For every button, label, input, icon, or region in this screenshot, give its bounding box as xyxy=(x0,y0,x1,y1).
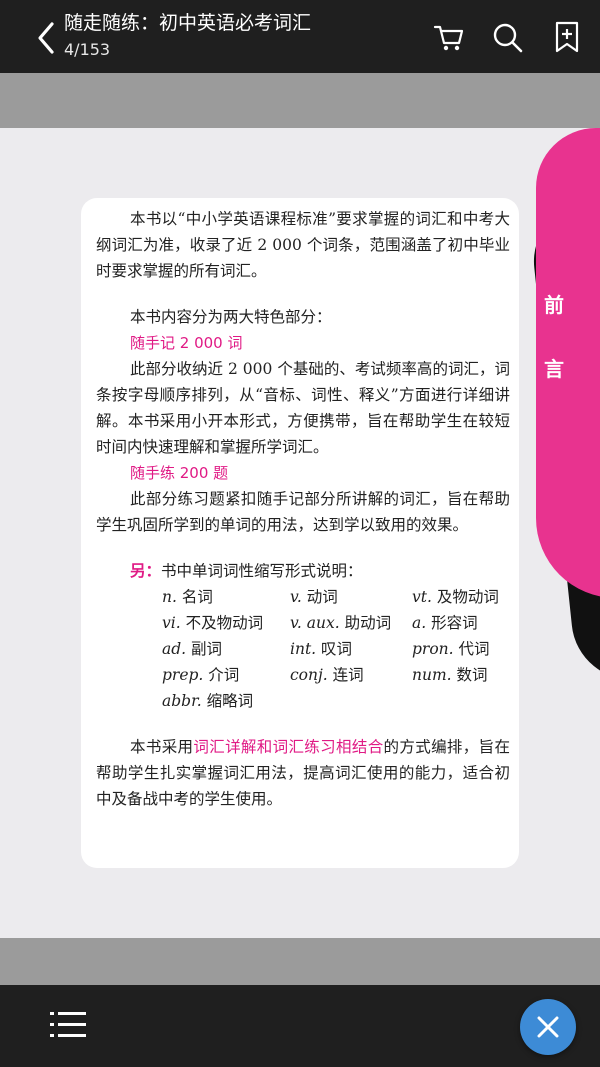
abbreviation-item: v. aux. 助动词 xyxy=(290,614,392,632)
cart-icon[interactable] xyxy=(432,20,466,54)
closing-highlight: 词汇详解和词汇练习相结合 xyxy=(193,738,384,756)
features-intro: 本书内容分为两大特色部分： xyxy=(130,308,332,326)
section2-title: 随手练 200 题 xyxy=(130,464,229,482)
abbreviation-item: int. 叹词 xyxy=(290,640,353,658)
abbreviation-item: prep. 介词 xyxy=(162,666,240,684)
abbreviation-item: abbr. 缩略词 xyxy=(162,692,254,710)
abbreviation-item: vt. 及物动词 xyxy=(412,588,499,606)
intro-paragraph: 本书以“中小学英语课程标准”要求掌握的词汇和中考大纲词汇为准，收录了近 2 00… xyxy=(96,210,510,280)
abbreviation-item: pron. 代词 xyxy=(412,640,490,658)
section1-body: 此部分收纳近 2 000 个基础的、考试频率高的词汇，词条按字母顺序排列，从“音… xyxy=(96,360,510,456)
bookmark-add-icon[interactable] xyxy=(550,20,584,54)
bottom-bar xyxy=(0,985,600,1067)
abbreviation-item: ad. 副词 xyxy=(162,640,223,658)
side-tab-label: 前 言 xyxy=(544,293,564,381)
abbreviation-list: n. 名词 v. 动词 vt. 及物动词 vi. 不及物动词 v. aux. 助动词 a.… xyxy=(162,584,510,714)
search-icon[interactable] xyxy=(490,20,524,54)
top-bar: 随走随练：初中英语必考词汇 4/153 xyxy=(0,0,600,73)
section2-body: 此部分练习题紧扣随手记部分所讲解的词汇，旨在帮助学生巩固所学到的单词的用法，达到… xyxy=(96,490,510,534)
note-text: 书中单词词性缩写形式说明： xyxy=(161,562,363,580)
section1-title: 随手记 2 000 词 xyxy=(130,334,243,352)
menu-list-icon[interactable] xyxy=(50,1009,86,1041)
note-label: 另： xyxy=(130,562,162,580)
page-indicator: 4/153 xyxy=(64,40,111,59)
abbreviation-item: num. 数词 xyxy=(412,666,488,684)
close-icon[interactable] xyxy=(520,999,576,1055)
abbreviation-item: a. 形容词 xyxy=(412,614,478,632)
abbreviation-item: vi. 不及物动词 xyxy=(162,614,264,632)
abbreviation-item: conj. 连词 xyxy=(290,666,364,684)
closing-paragraph: 本书采用词汇详解和词汇练习相结合的方式编排，旨在帮助学生扎实掌握词汇用法，提高词… xyxy=(96,738,510,808)
abbreviation-item: n. 名词 xyxy=(162,588,213,606)
book-title: 随走随练：初中英语必考词汇 xyxy=(64,12,312,34)
abbreviation-item: v. 动词 xyxy=(290,588,338,606)
note-line: 另：书中单词词性缩写形式说明： xyxy=(130,558,510,584)
back-icon[interactable] xyxy=(28,18,64,58)
preface-text: 本书以“中小学英语课程标准”要求掌握的词汇和中考大纲词汇为准，收录了近 2 00… xyxy=(96,206,510,812)
